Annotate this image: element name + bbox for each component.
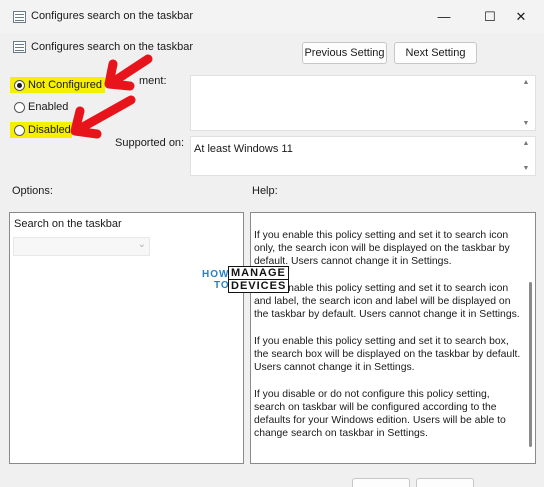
supported-scrollbar[interactable]: ▲ ▼ [519,137,533,175]
setting-icon [13,41,26,53]
help-paragraph: If you enable this policy setting and se… [254,282,524,321]
arrow-icon [70,95,136,139]
help-line: default. Users cannot change it in Setti… [254,256,452,268]
search-taskbar-label: Search on the taskbar [14,218,122,230]
help-paragraph: If you enable this policy setting and se… [254,335,524,374]
ok-button[interactable] [352,478,410,487]
disabled-radio[interactable] [14,125,25,136]
cancel-button[interactable] [416,478,474,487]
help-line: If you disable or do not configure this … [254,389,490,400]
help-line: If you enable this policy setting and se… [254,283,509,294]
help-line: search on taskbar will be configured acc… [254,402,497,414]
help-line: the taskbar by default. Users cannot cha… [254,309,520,321]
help-line: and label, the search icon and label wil… [254,296,511,308]
help-line: only, the search icon will be displayed … [254,243,510,255]
next-setting-button[interactable]: Next Setting [394,42,477,64]
minimize-button[interactable]: — [421,0,467,33]
previous-setting-button[interactable]: Previous Setting [302,42,387,64]
help-line: Users cannot change it in Settings. [254,362,415,374]
comment-textbox[interactable]: ▲ ▼ [190,75,536,131]
scroll-up-icon[interactable]: ▲ [523,79,530,86]
enabled-label[interactable]: Enabled [28,101,68,113]
comment-label: ment: [139,75,167,87]
scroll-down-icon[interactable]: ▼ [523,120,530,127]
supported-on-value: At least Windows 11 [194,143,293,155]
not-configured-radio[interactable] [14,80,25,91]
setting-name: Configures search on the taskbar [31,41,194,53]
supported-on-box: At least Windows 11 ▲ ▼ [190,136,536,176]
help-paragraph: If you enable this policy setting and se… [254,229,524,268]
window-title: Configures search on the taskbar [31,10,194,22]
comment-scrollbar[interactable]: ▲ ▼ [519,76,533,130]
enabled-radio[interactable] [14,102,25,113]
search-taskbar-dropdown[interactable]: ⌄ [13,237,150,256]
close-button[interactable]: ✕ [498,0,544,33]
help-line: If you enable this policy setting and se… [254,336,509,347]
not-configured-label[interactable]: Not Configured [28,79,102,91]
chevron-down-icon: ⌄ [137,239,146,250]
help-scrollbar-thumb[interactable] [529,282,532,447]
disabled-label[interactable]: Disabled [28,124,71,136]
options-label: Options: [12,185,53,197]
scroll-up-icon[interactable]: ▲ [523,140,530,147]
help-line: If you enable this policy setting and se… [254,230,509,241]
help-line: the search box will be displayed on the … [254,349,521,361]
scroll-down-icon[interactable]: ▼ [523,165,530,172]
help-label: Help: [252,185,278,197]
policy-icon [13,11,26,23]
help-line: defaults for your Windows edition. Users… [254,415,506,427]
help-paragraph: If you disable or do not configure this … [254,388,524,440]
supported-on-label: Supported on: [115,137,185,149]
help-line: change search on taskbar in Settings. [254,428,428,440]
